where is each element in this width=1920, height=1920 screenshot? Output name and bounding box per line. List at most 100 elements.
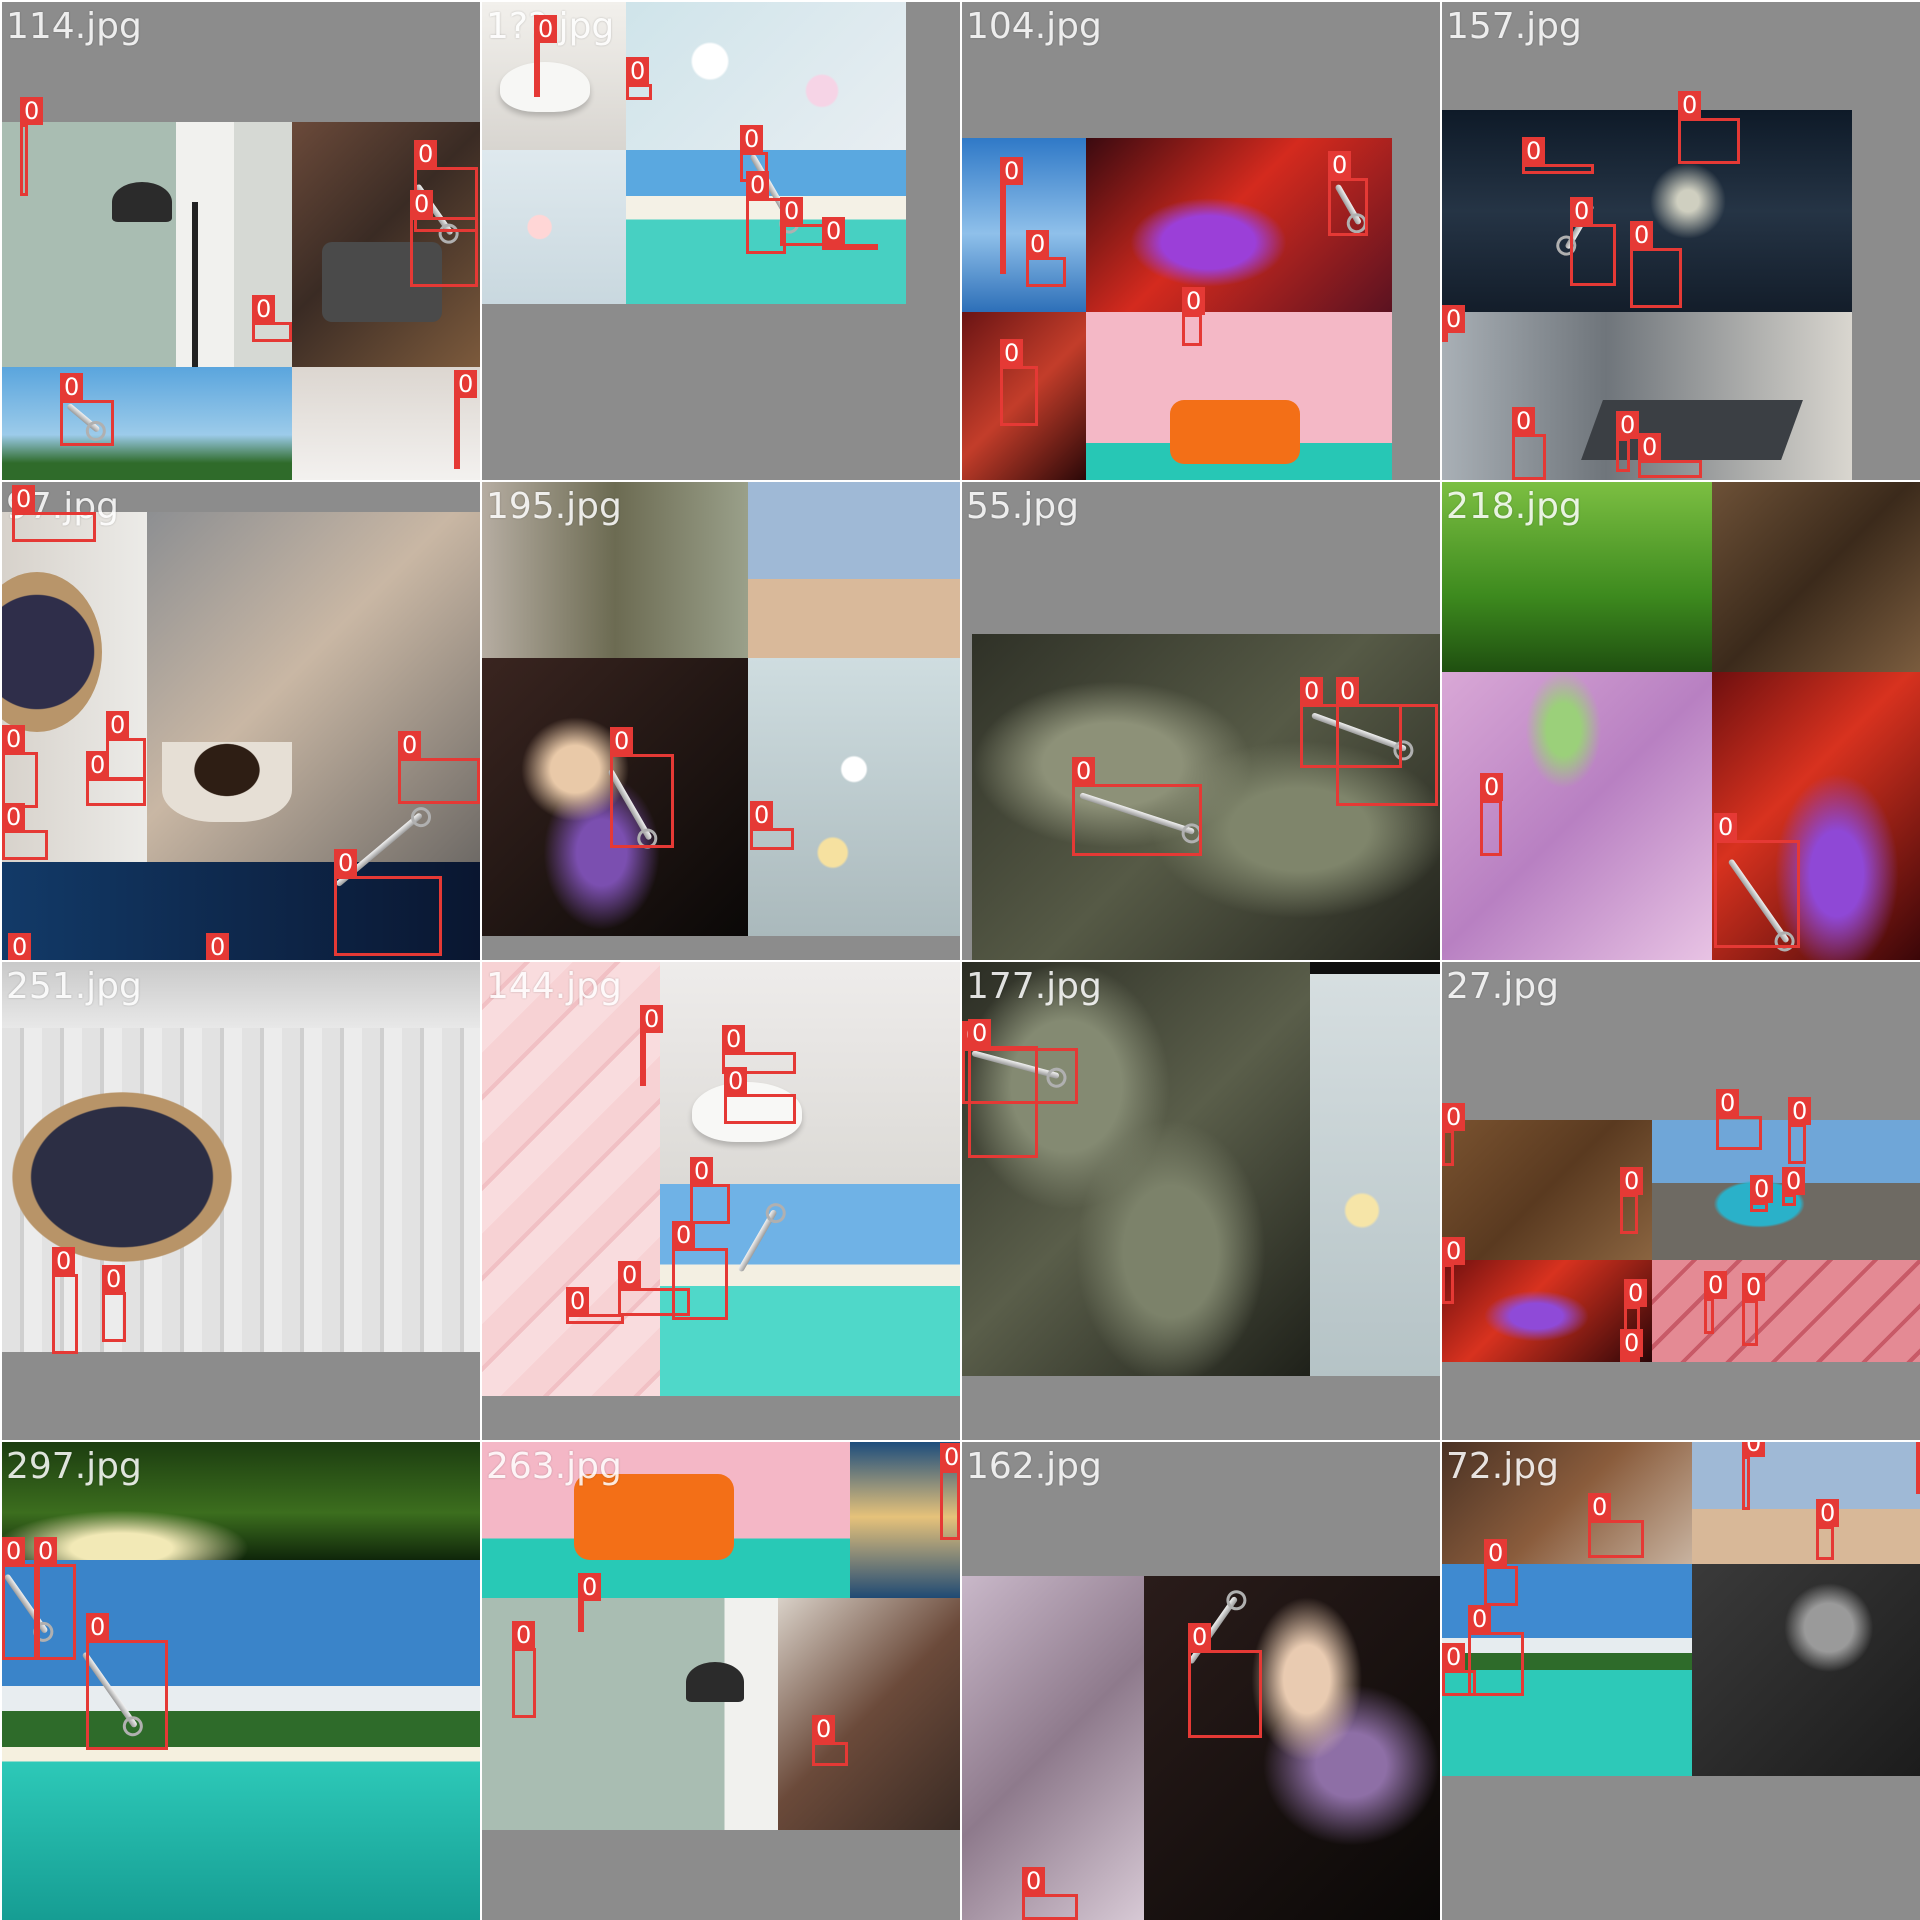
mosaic-cell: 0 0 0 0 0 0 0 144.jpg: [482, 962, 960, 1440]
image-filename: 218.jpg: [1446, 486, 1582, 527]
detection-box: 0: [1782, 1167, 1806, 1206]
detection-box: 0: [1714, 813, 1800, 948]
class-label: 0: [1750, 1175, 1774, 1203]
class-label: 0: [618, 1261, 642, 1289]
laptop-image: [1581, 400, 1803, 460]
class-label: 0: [822, 217, 846, 245]
class-label: 0: [1188, 1623, 1212, 1651]
class-label: 0: [1788, 1097, 1812, 1125]
detection-box: 0: [1620, 1167, 1644, 1234]
class-label: 0: [1816, 1499, 1840, 1527]
image-filename: 55.jpg: [966, 486, 1079, 527]
class-label: 0: [1624, 1279, 1648, 1307]
mosaic-photo: [482, 962, 960, 1396]
mosaic-cell: 0 0 0 0 0 0 0 0 0 0 0 27.jpg: [1442, 962, 1920, 1440]
class-label: 0: [1714, 813, 1738, 841]
mosaic-cell: 0 0 251.jpg: [2, 962, 480, 1440]
detection-mosaic-grid: 0 0 0 0 0 0 114.jpg 0 0 0 0 0 0 1??.jpg: [0, 0, 1920, 1920]
detection-box: 0: [1022, 1867, 1078, 1920]
image-filename: 162.jpg: [966, 1446, 1102, 1487]
class-label: 0: [1336, 677, 1360, 705]
chair-image: [500, 62, 590, 112]
mosaic-cell: 0 0 0 297.jpg: [2, 1442, 480, 1920]
class-label: 0: [1442, 1643, 1466, 1671]
detection-box: 0: [1816, 1499, 1840, 1560]
detection-box: 0: [1512, 407, 1546, 480]
detection-box: 0: [398, 731, 480, 804]
class-label: 0: [1512, 407, 1536, 435]
detection-box: 0: [106, 711, 146, 780]
mosaic-cell: 0 0 162.jpg: [962, 1442, 1440, 1920]
detection-box: 0: [750, 801, 794, 850]
image-filename: 27.jpg: [1446, 966, 1559, 1007]
class-label: 0: [86, 751, 110, 779]
detection-box: 0: [610, 727, 674, 848]
detection-box: 0: [968, 1019, 1038, 1158]
class-label: 0: [12, 485, 36, 513]
class-label: 0: [102, 1265, 126, 1293]
class-label: 0: [566, 1287, 590, 1315]
class-label: 0: [2, 1537, 26, 1565]
detection-box: 0: [1616, 411, 1640, 472]
detection-box: 0: [1328, 151, 1368, 236]
class-label: 0: [20, 97, 44, 125]
detection-box: 0: [34, 1537, 76, 1660]
mosaic-cell: 0 0 0 0 0 0 0 0 157.jpg: [1442, 2, 1920, 480]
class-label: 0: [1620, 1167, 1644, 1195]
class-label: 0: [940, 1443, 960, 1471]
detection-box: 0: [1442, 1237, 1466, 1304]
class-label: 0: [1468, 1605, 1492, 1633]
detection-box: 0: [52, 1247, 78, 1354]
detection-box: 0: [334, 849, 442, 956]
detection-box: 0: [1716, 1089, 1762, 1150]
class-label: 0: [2, 725, 26, 753]
class-label: 0: [578, 1573, 602, 1601]
class-label: 0: [1616, 411, 1640, 439]
class-label: 0: [52, 1247, 76, 1275]
detection-box: 0: [626, 57, 652, 100]
class-label: 0: [8, 933, 32, 960]
class-label: 0: [1570, 197, 1594, 225]
image-filename: 195.jpg: [486, 486, 622, 527]
detection-box: 0: [12, 485, 96, 542]
detection-box: 0: [534, 15, 558, 97]
class-label: 0: [454, 370, 478, 398]
hummingbird-image: [962, 1576, 1144, 1920]
image-filename: 104.jpg: [966, 6, 1102, 47]
coffee-cup-image: [162, 742, 292, 822]
detection-box: 0: [512, 1621, 536, 1718]
plum-basket-image: [12, 1092, 232, 1262]
class-label: 0: [512, 1621, 536, 1649]
detection-box: 0: [102, 1265, 126, 1342]
class-label: 0: [534, 15, 558, 43]
detection-box: 0: [86, 1613, 168, 1750]
detection-box: 0: [1630, 221, 1682, 308]
class-label: 0: [86, 1613, 110, 1641]
mosaic-cell: 0 0 0 0 0 0 0 0 0 0 97.jpg: [2, 482, 480, 960]
detection-box: 0: [812, 1715, 848, 1766]
detection-box: 0: [2, 803, 48, 860]
class-label: 0: [1026, 230, 1050, 258]
class-label: 0: [34, 1537, 58, 1565]
detection-box: 0: [1750, 1175, 1774, 1212]
mosaic-cell: 0 0 177.jpg: [962, 962, 1440, 1440]
class-label: 0: [1782, 1167, 1806, 1195]
mosaic-photo: [1442, 1120, 1920, 1362]
class-label: 0: [610, 727, 634, 755]
class-label: 0: [1716, 1089, 1740, 1117]
detection-box: 0: [1916, 1442, 1920, 1494]
class-label: 0: [1742, 1273, 1766, 1301]
lamp-image: [686, 1662, 744, 1702]
class-label: 0: [640, 1005, 664, 1033]
detection-box: 0: [1678, 91, 1740, 164]
mosaic-cell: 0 0 0 0 0 104.jpg: [962, 2, 1440, 480]
detection-box: 0: [20, 97, 44, 196]
class-label: 0: [60, 373, 84, 401]
class-label: 0: [1588, 1493, 1612, 1521]
detection-box: 0: [410, 190, 478, 287]
lamp-image: [112, 182, 172, 222]
class-label: 0: [334, 849, 358, 877]
detection-box: 0: [1182, 287, 1206, 346]
image-filename: 72.jpg: [1446, 1446, 1559, 1487]
detection-box: 0: [1588, 1493, 1644, 1558]
